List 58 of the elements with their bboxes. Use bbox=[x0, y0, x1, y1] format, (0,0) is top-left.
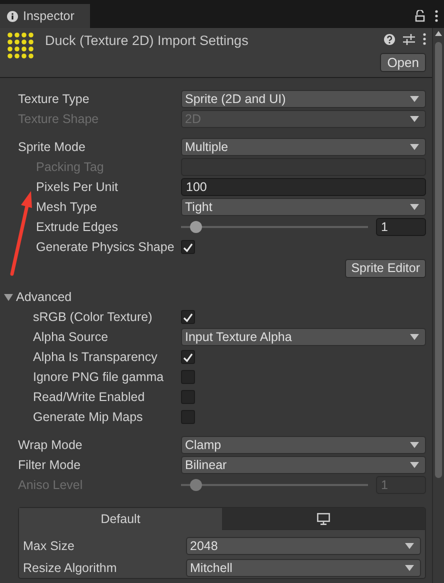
caret-icon bbox=[410, 334, 419, 340]
scrollbar[interactable] bbox=[432, 28, 444, 583]
foldout-header[interactable]: Advanced bbox=[4, 287, 432, 307]
field-label: Sprite Mode bbox=[18, 140, 86, 154]
checkbox[interactable] bbox=[181, 310, 195, 324]
monitor-icon bbox=[317, 512, 330, 524]
more-icon[interactable] bbox=[423, 33, 426, 45]
field-label: Wrap Mode bbox=[18, 438, 84, 452]
caret-icon bbox=[410, 442, 419, 448]
input-field[interactable]: 100 bbox=[181, 178, 426, 196]
header-title: Duck (Texture 2D) Import Settings bbox=[45, 33, 250, 50]
field-label: sRGB (Color Texture) bbox=[33, 310, 154, 324]
checkbox[interactable] bbox=[181, 350, 195, 364]
more-icon[interactable] bbox=[435, 10, 438, 22]
dropdown[interactable]: Clamp bbox=[181, 436, 426, 454]
dropdown[interactable]: Input Texture Alpha bbox=[181, 328, 426, 346]
sprite-sheet-icon bbox=[6, 31, 36, 61]
slider-handle[interactable] bbox=[190, 221, 202, 233]
dropdown[interactable]: Multiple bbox=[181, 138, 426, 156]
caret-icon bbox=[405, 543, 414, 549]
dropdown[interactable]: Mitchell bbox=[186, 559, 421, 577]
triangle-icon bbox=[4, 292, 13, 302]
caret-icon bbox=[410, 144, 419, 150]
field-label: Generate Mip Maps bbox=[33, 410, 144, 424]
field-label: Resize Algorithm bbox=[23, 561, 118, 575]
field-label: Mesh Type bbox=[36, 200, 98, 214]
field-label: Ignore PNG file gamma bbox=[33, 370, 165, 384]
checkbox[interactable] bbox=[181, 410, 195, 424]
caret-icon bbox=[410, 96, 419, 102]
field-label: Filter Mode bbox=[18, 458, 82, 472]
dropdown[interactable]: Sprite (2D and UI) bbox=[181, 90, 426, 108]
sliders-icon[interactable] bbox=[403, 34, 415, 44]
checkbox[interactable] bbox=[181, 370, 195, 384]
field-label: Max Size bbox=[23, 539, 76, 553]
caret-icon bbox=[410, 462, 419, 468]
dropdown[interactable]: Bilinear bbox=[181, 456, 426, 474]
field-label: Alpha Source bbox=[33, 330, 110, 344]
caret-icon bbox=[405, 565, 414, 571]
field-label: Generate Physics Shape bbox=[36, 240, 176, 254]
field-label: Texture Type bbox=[18, 92, 90, 106]
field-label: Alpha Is Transparency bbox=[33, 350, 158, 364]
field-label: Extrude Edges bbox=[36, 220, 119, 234]
checkbox[interactable] bbox=[181, 390, 195, 404]
field-label: Pixels Per Unit bbox=[36, 180, 119, 194]
field-label: Read/Write Enabled bbox=[33, 390, 146, 404]
number-field[interactable]: 1 bbox=[376, 218, 426, 236]
dropdown[interactable]: 2048 bbox=[186, 537, 421, 555]
lock-icon[interactable] bbox=[415, 10, 425, 22]
open-button[interactable]: Open bbox=[380, 53, 426, 72]
scroll-up-icon[interactable] bbox=[435, 31, 442, 36]
caret-icon bbox=[410, 204, 419, 210]
info-icon bbox=[7, 10, 18, 22]
help-icon[interactable] bbox=[384, 34, 395, 44]
dropdown[interactable]: Tight bbox=[181, 198, 426, 216]
caret-icon bbox=[410, 116, 419, 122]
inspector-tab[interactable]: Inspector bbox=[0, 4, 90, 28]
checkbox[interactable] bbox=[181, 240, 195, 254]
sprite-editor-button[interactable]: Sprite Editor bbox=[345, 258, 426, 278]
